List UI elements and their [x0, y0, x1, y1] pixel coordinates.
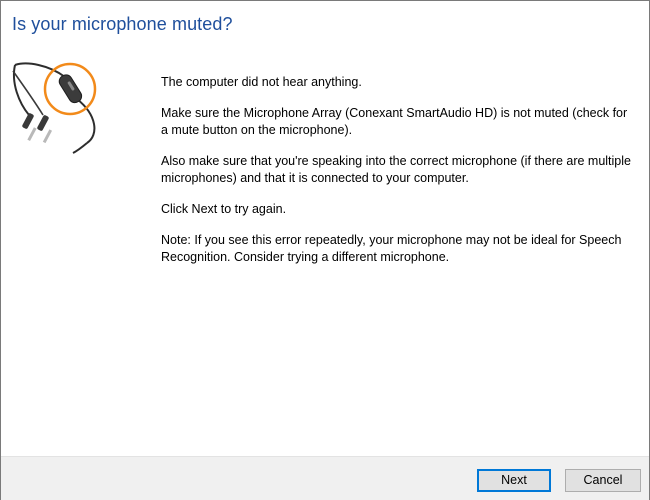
cancel-button[interactable]: Cancel	[565, 469, 641, 492]
message-paragraph: Also make sure that you're speaking into…	[161, 154, 631, 185]
microphone-cable-icon	[7, 53, 117, 163]
speech-recognition-dialog: Is your microphone muted? The computer d…	[0, 0, 650, 500]
next-button[interactable]: Next	[477, 469, 551, 492]
message-paragraph: Click Next to try again.	[161, 202, 287, 216]
message-body: The computer did not hear anything. Make…	[161, 74, 631, 280]
message-paragraph: Note: If you see this error repeatedly, …	[161, 233, 622, 264]
dialog-footer: Next Cancel	[1, 456, 649, 500]
page-title: Is your microphone muted?	[12, 14, 233, 34]
message-paragraph: The computer did not hear anything.	[161, 75, 362, 89]
message-paragraph: Make sure the Microphone Array (Conexant…	[161, 106, 628, 137]
